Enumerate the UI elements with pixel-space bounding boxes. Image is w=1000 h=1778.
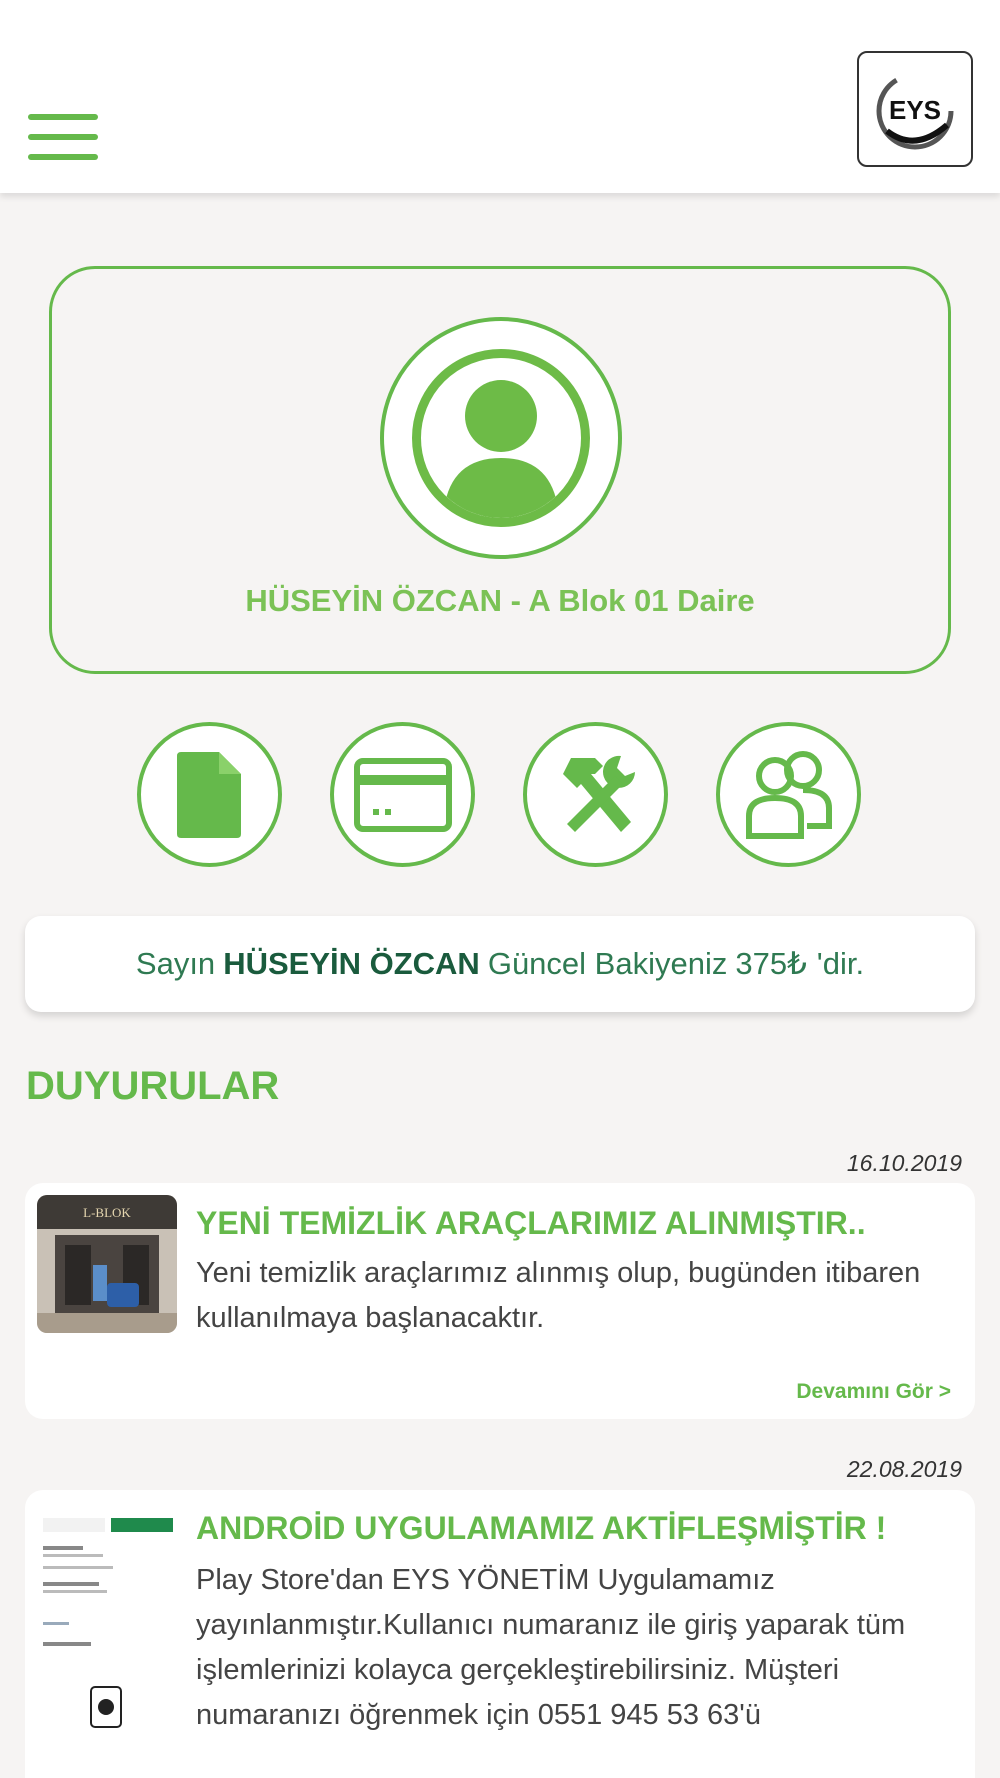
users-icon — [745, 750, 832, 839]
credit-card-icon — [353, 757, 452, 832]
svg-text:L-BLOK: L-BLOK — [83, 1205, 131, 1220]
top-bar: EYS — [0, 0, 1000, 193]
tools-icon — [562, 755, 635, 832]
eys-logo: EYS — [857, 51, 973, 167]
balance-name: HÜSEYİN ÖZCAN — [223, 946, 480, 981]
announcement-thumbnail — [37, 1502, 177, 1732]
svg-text:EYS: EYS — [889, 95, 941, 125]
balance-prefix: Sayın — [135, 946, 216, 981]
balance-amount: 375₺ — [735, 946, 807, 981]
balance-suffix: 'dir. — [816, 946, 865, 981]
announcement-card[interactable]: ANDROİD UYGULAMAMIZ AKTİFLEŞMİŞTİR ! Pla… — [25, 1490, 975, 1778]
read-more-link[interactable]: Devamını Gör > — [796, 1380, 951, 1404]
maintenance-button[interactable] — [523, 722, 668, 867]
profile-card: HÜSEYİN ÖZCAN - A Blok 01 Daire — [49, 266, 951, 674]
announcement-date: 22.08.2019 — [846, 1456, 962, 1482]
announcement-thumbnail: L-BLOK — [37, 1195, 177, 1333]
document-icon — [176, 751, 241, 838]
balance-bar: Sayın HÜSEYİN ÖZCAN Güncel Bakiyeniz 375… — [25, 916, 975, 1012]
announcement-title[interactable]: ANDROİD UYGULAMAMIZ AKTİFLEŞMİŞTİR ! — [196, 1510, 886, 1547]
announcement-title[interactable]: YENİ TEMİZLİK ARAÇLARIMIZ ALINMIŞTIR.. — [196, 1205, 866, 1242]
announcements-title: DUYURULAR — [26, 1064, 280, 1108]
balance-middle: Güncel Bakiyeniz — [487, 946, 728, 981]
announcement-card[interactable]: L-BLOK YENİ TEMİZLİK ARAÇLARIMIZ ALINMIŞ… — [25, 1183, 975, 1419]
hamburger-menu-icon[interactable] — [28, 114, 98, 160]
documents-button[interactable] — [137, 722, 282, 867]
residents-button[interactable] — [716, 722, 861, 867]
announcement-body: Play Store'dan EYS YÖNETİM Uygulamamız y… — [196, 1564, 906, 1731]
payment-button[interactable] — [330, 722, 475, 867]
announcement-body: Yeni temizlik araçlarımız alınmış olup, … — [196, 1257, 921, 1334]
user-avatar-icon — [380, 317, 622, 559]
profile-name: HÜSEYİN ÖZCAN - A Blok 01 Daire — [245, 583, 755, 618]
announcement-date: 16.10.2019 — [846, 1150, 962, 1176]
